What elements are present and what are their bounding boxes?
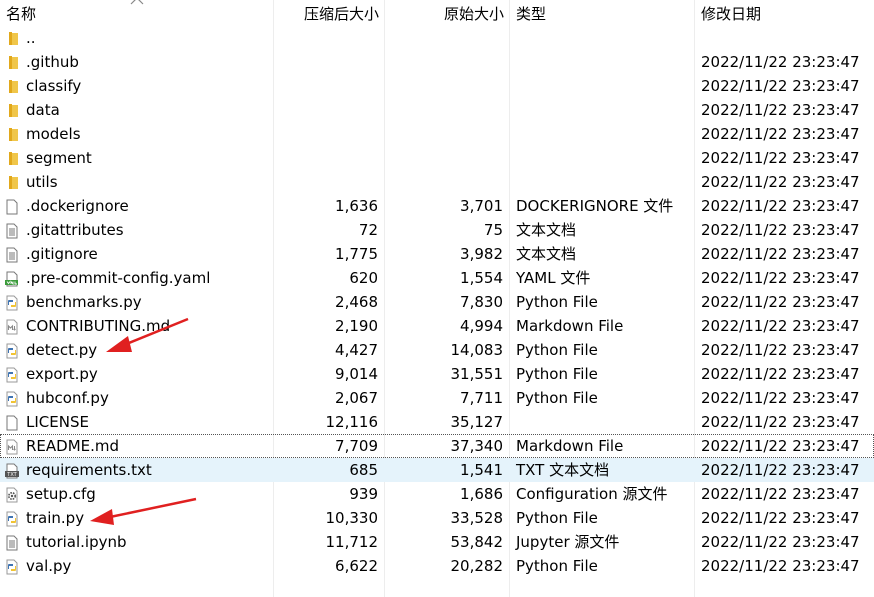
original-size: 37,340: [450, 437, 504, 455]
modified-date: 2022/11/22 23:23:47: [701, 173, 860, 191]
modified-date: 2022/11/22 23:23:47: [701, 365, 860, 383]
original-size: 3,982: [460, 245, 503, 263]
original-size: 20,282: [450, 557, 504, 575]
file-row[interactable]: classify 2022/11/22 23:23:47: [0, 74, 874, 98]
file-type: YAML 文件: [516, 269, 591, 287]
original-size: 4,994: [460, 317, 503, 335]
modified-date: 2022/11/22 23:23:47: [701, 437, 860, 455]
original-size: [0, 26, 503, 50]
original-size: 7,711: [460, 389, 503, 407]
modified-date: 2022/11/22 23:23:47: [701, 557, 860, 575]
file-row[interactable]: train.py 10,330 33,528 Python File 2022/11/2…: [0, 506, 874, 530]
modified-date: 2022/11/22 23:23:47: [701, 293, 860, 311]
file-row[interactable]: models 2022/11/22 23:23:47: [0, 122, 874, 146]
original-size: 1,686: [460, 485, 503, 503]
modified-date: 2022/11/22 23:23:47: [701, 53, 860, 71]
file-row[interactable]: .pre-commit-config.yaml 620 1,554 YAML 文件 20…: [0, 266, 874, 290]
original-size: [0, 50, 503, 74]
column-header-modified[interactable]: 修改日期: [701, 0, 761, 26]
original-size: 31,551: [450, 365, 504, 383]
original-size: [0, 122, 503, 146]
original-size: [0, 146, 503, 170]
modified-date: 2022/11/22 23:23:47: [701, 413, 860, 431]
file-row[interactable]: .github 2022/11/22 23:23:47: [0, 50, 874, 74]
file-row[interactable]: .dockerignore 1,636 3,701 DOCKERIGNORE 文件 20…: [0, 194, 874, 218]
modified-date: 2022/11/22 23:23:47: [701, 461, 860, 479]
file-row[interactable]: hubconf.py 2,067 7,711 Python File 2022/11/2…: [0, 386, 874, 410]
modified-date: 2022/11/22 23:23:47: [701, 77, 860, 95]
original-size: [0, 170, 503, 194]
modified-date: 2022/11/22 23:23:47: [701, 341, 860, 359]
modified-date: 2022/11/22 23:23:47: [701, 125, 860, 143]
file-type: Python File: [516, 293, 598, 311]
original-size: 33,528: [450, 509, 504, 527]
file-type: Python File: [516, 365, 598, 383]
modified-date: 2022/11/22 23:23:47: [701, 533, 860, 551]
modified-date: 2022/11/22 23:23:47: [701, 101, 860, 119]
modified-date: 2022/11/22 23:23:47: [701, 197, 860, 215]
file-row[interactable]: data 2022/11/22 23:23:47: [0, 98, 874, 122]
original-size: 3,701: [460, 197, 503, 215]
file-type: Python File: [516, 341, 598, 359]
file-row[interactable]: tutorial.ipynb 11,712 53,842 Jupyter 源文件 202…: [0, 530, 874, 554]
original-size: 75: [483, 221, 503, 239]
file-row[interactable]: segment 2022/11/22 23:23:47: [0, 146, 874, 170]
file-row[interactable]: LICENSE 12,116 35,127 2022/11/22 23:23:47: [0, 410, 874, 434]
modified-date: 2022/11/22 23:23:47: [701, 245, 860, 263]
file-row[interactable]: README.md 7,709 37,340 Markdown File 2022/11…: [0, 434, 874, 458]
file-row[interactable]: benchmarks.py 2,468 7,830 Python File 2022/1…: [0, 290, 874, 314]
file-row[interactable]: .gitattributes 72 75 文本文档 2022/11/22 23:23:4…: [0, 218, 874, 242]
column-header-type[interactable]: 类型: [516, 0, 546, 26]
file-row[interactable]: TXT requirements.txt 685 1,541 TXT 文本文档 2022/…: [0, 458, 874, 482]
modified-date: 2022/11/22 23:23:47: [701, 509, 860, 527]
file-row[interactable]: setup.cfg 939 1,686 Configuration 源文件 2022/1…: [0, 482, 874, 506]
modified-date: 2022/11/22 23:23:47: [701, 149, 860, 167]
file-type: 文本文档: [516, 221, 577, 239]
file-type: Python File: [516, 509, 598, 527]
original-size: 7,830: [460, 293, 503, 311]
file-row[interactable]: export.py 9,014 31,551 Python File 2022/11/2…: [0, 362, 874, 386]
file-type: 文本文档: [516, 245, 577, 263]
modified-date: 2022/11/22 23:23:47: [701, 485, 860, 503]
column-header-original-size[interactable]: 原始大小: [0, 0, 504, 26]
file-row[interactable]: ..: [0, 26, 874, 50]
modified-date: 2022/11/22 23:23:47: [701, 317, 860, 335]
archive-file-list: 名称 压缩后大小 原始大小 类型 修改日期 .. .github 2022/11/2…: [0, 0, 874, 597]
original-size: [0, 98, 503, 122]
file-type: Jupyter 源文件: [516, 533, 620, 551]
modified-date: 2022/11/22 23:23:47: [701, 389, 860, 407]
file-type: DOCKERIGNORE 文件: [516, 197, 674, 215]
original-size: 1,554: [460, 269, 503, 287]
original-size: 1,541: [460, 461, 503, 479]
original-size: 35,127: [450, 413, 504, 431]
file-type: Python File: [516, 389, 598, 407]
file-row[interactable]: CONTRIBUTING.md 2,190 4,994 Markdown File 20…: [0, 314, 874, 338]
file-row[interactable]: .gitignore 1,775 3,982 文本文档 2022/11/22 23:23…: [0, 242, 874, 266]
file-type: Markdown File: [516, 437, 624, 455]
column-header-row: 名称 压缩后大小 原始大小 类型 修改日期: [0, 0, 874, 26]
file-type: Configuration 源文件: [516, 485, 668, 503]
file-type: Python File: [516, 557, 598, 575]
original-size: 14,083: [450, 341, 504, 359]
modified-date: 2022/11/22 23:23:47: [701, 269, 860, 287]
original-size: 53,842: [450, 533, 504, 551]
file-row[interactable]: utils 2022/11/22 23:23:47: [0, 170, 874, 194]
file-type: Markdown File: [516, 317, 624, 335]
modified-date: 2022/11/22 23:23:47: [701, 221, 860, 239]
original-size: [0, 74, 503, 98]
file-row[interactable]: detect.py 4,427 14,083 Python File 2022/11/2…: [0, 338, 874, 362]
file-type: TXT 文本文档: [516, 461, 610, 479]
file-row[interactable]: val.py 6,622 20,282 Python File 2022/11/22 2…: [0, 554, 874, 578]
